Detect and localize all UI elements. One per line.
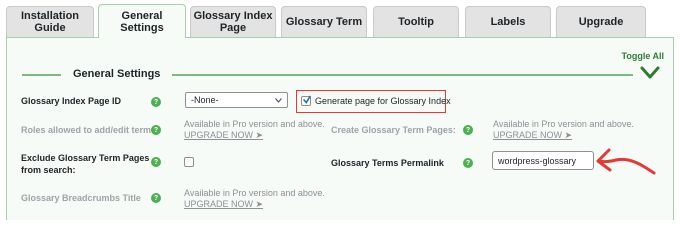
checkmark-icon (303, 95, 311, 104)
index-page-id-label: Glossary Index Page ID (21, 96, 122, 106)
settings-tabs: Installation Guide General Settings Glos… (0, 0, 680, 38)
pro-notice: Available in Pro version and above. (493, 119, 634, 129)
help-icon[interactable]: ? (151, 193, 161, 203)
tab-general-settings[interactable]: General Settings (98, 4, 186, 38)
index-page-select[interactable]: -None- (185, 92, 288, 108)
section-divider-right (172, 74, 633, 76)
tab-installation-guide[interactable]: Installation Guide (6, 6, 94, 37)
help-icon[interactable]: ? (151, 125, 161, 135)
chevron-down-icon[interactable] (639, 64, 661, 82)
section-divider-left (22, 74, 61, 76)
upgrade-now-link[interactable]: UPGRADE NOW ➤ (184, 130, 263, 141)
breadcrumbs-label: Glossary Breadcrumbs Title (21, 193, 141, 203)
roles-label: Roles allowed to add/edit terms: (21, 125, 160, 135)
exclude-from-search-checkbox[interactable] (184, 157, 194, 167)
help-icon[interactable]: ? (463, 158, 473, 168)
generate-page-label: Generate page for Glossary Index (315, 96, 451, 106)
index-page-select-value: -None- (191, 95, 219, 105)
tab-glossary-index-page[interactable]: Glossary Index Page (190, 6, 276, 37)
chevron-down-icon (275, 98, 282, 103)
upgrade-now-link[interactable]: UPGRADE NOW ➤ (184, 199, 263, 210)
annotation-arrow-icon (596, 148, 656, 175)
upgrade-now-link[interactable]: UPGRADE NOW ➤ (493, 130, 572, 141)
help-icon[interactable]: ? (151, 97, 161, 107)
tab-tooltip[interactable]: Tooltip (373, 6, 459, 37)
exclude-label-line2: from search: (21, 165, 76, 175)
help-icon[interactable]: ? (463, 125, 473, 135)
tab-glossary-term[interactable]: Glossary Term (281, 6, 367, 37)
section-title: General Settings (73, 68, 161, 80)
tab-labels[interactable]: Labels (465, 6, 551, 37)
create-pages-label: Create Glossary Term Pages: (331, 125, 456, 135)
permalink-label: Glossary Terms Permalink (331, 158, 444, 168)
tab-upgrade[interactable]: Upgrade (556, 6, 646, 37)
pro-notice: Available in Pro version and above. (184, 119, 325, 129)
permalink-input[interactable]: wordpress-glossary (492, 151, 594, 170)
help-icon[interactable]: ? (151, 157, 161, 167)
toggle-all-link[interactable]: Toggle All (622, 51, 665, 61)
generate-page-checkbox[interactable] (301, 95, 311, 106)
pro-notice: Available in Pro version and above. (184, 188, 325, 198)
